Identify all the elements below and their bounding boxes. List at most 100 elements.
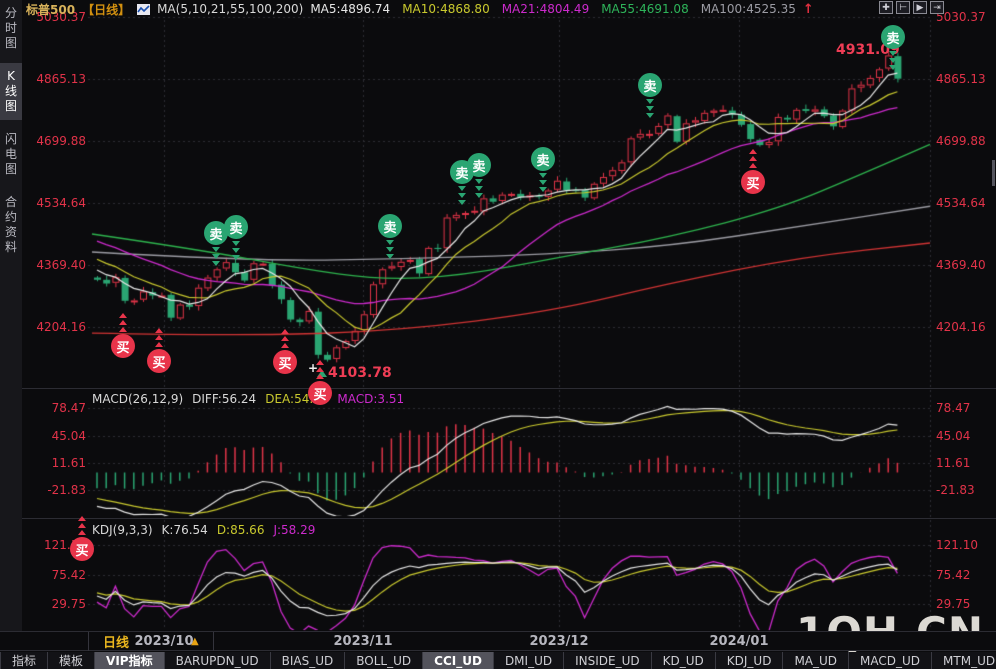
signal-arrow-down-icon [212, 254, 220, 259]
toolbar-tab-bias_ud[interactable]: BIAS_UD [271, 652, 346, 669]
macd-panel-title: MACD(26,12,9) DIFF:56.24 DEA:54.48 MACD:… [92, 392, 404, 406]
signal-arrow-down-icon [889, 58, 897, 63]
reset-axis-left-icon[interactable]: ⊢ [896, 1, 910, 14]
up-arrow-icon: ↑ [803, 2, 814, 17]
macd-title: MACD(26,12,9) [92, 392, 183, 406]
signal-arrow-up-icon [78, 523, 86, 528]
macd-diff-value: DIFF:56.24 [192, 392, 256, 406]
signal-arrow-up-icon [316, 360, 324, 365]
toolbar-tab-macd_ud[interactable]: MACD_UD [849, 652, 932, 669]
axis-tick-label: 75.42 [28, 568, 86, 582]
axis-tick-label: -21.83 [936, 483, 975, 497]
kdj-j-value: J:58.29 [273, 523, 315, 537]
time-axis-strip: 日线 ▲ 2023/102023/112023/122024/01 [0, 631, 996, 651]
chart-tool-icons: ✚⊢▶⇥ [879, 1, 944, 14]
sidebar-tab-2[interactable]: K线图 [0, 63, 22, 120]
sell-signal-marker[interactable]: 卖 [378, 214, 402, 238]
ma-value-4: MA55:4691.08 [601, 2, 689, 16]
sell-signal-marker[interactable]: 卖 [224, 215, 248, 239]
ma-value-1: MA5:4896.74 [310, 2, 390, 16]
chart-type-icon[interactable] [137, 4, 150, 15]
buy-signal-marker[interactable]: 买 [147, 349, 171, 373]
auto-scale-icon[interactable]: ▶ [913, 1, 927, 14]
axis-tick-label: 4699.88 [936, 134, 986, 148]
toolbar-tab-[interactable]: 指标 [1, 652, 48, 669]
sidebar-tab-3[interactable]: 闪电图 [0, 126, 22, 183]
buy-signal-marker[interactable]: 买 [273, 350, 297, 374]
buy-signal-marker[interactable]: 买 [308, 381, 332, 405]
signal-arrow-down-icon [232, 255, 240, 260]
axis-tick-label: -21.83 [28, 483, 86, 497]
axis-tick-label: 45.04 [936, 429, 970, 443]
toolbar-tab-barupdn_ud[interactable]: BARUPDN_UD [165, 652, 271, 669]
panel-divider[interactable] [0, 388, 996, 389]
ma-value-2: MA10:4868.80 [402, 2, 490, 16]
axis-tick-label: 78.47 [936, 401, 970, 415]
indicator-toolbar: 指标模板VIP指标BARUPDN_UDBIAS_UDBOLL_UDCCI_UDD… [0, 652, 996, 669]
axis-tick-label: 75.42 [936, 568, 970, 582]
right-scrollbar-thumb[interactable] [992, 160, 995, 186]
toolbar-tab-mtm_ud[interactable]: MTM_UD [932, 652, 996, 669]
toolbar-tab-cci_ud[interactable]: CCI_UD [423, 652, 494, 669]
signal-arrow-down-icon [458, 193, 466, 198]
sell-signal-marker[interactable]: 卖 [638, 73, 662, 97]
sell-signal-marker[interactable]: 卖 [881, 25, 905, 49]
x-axis-label: 2024/01 [709, 634, 768, 649]
axis-tick-label: 121.10 [936, 538, 978, 552]
signal-arrow-down-icon [475, 179, 483, 184]
signal-arrow-down-icon [889, 65, 897, 70]
buy-signal-marker[interactable]: 买 [70, 537, 94, 561]
signal-arrow-up-icon [78, 516, 86, 521]
axis-tick-label: 4534.64 [28, 196, 86, 210]
symbol-name: 标普500 [26, 1, 75, 18]
signal-arrow-up-icon [155, 328, 163, 333]
signal-arrow-down-icon [232, 241, 240, 246]
signal-arrow-up-icon [78, 530, 86, 535]
buy-signal-marker[interactable]: 买 [741, 170, 765, 194]
shift-right-icon[interactable]: ⇥ [930, 1, 944, 14]
toolbar-tab-vip[interactable]: VIP指标 [95, 652, 165, 669]
panel-divider[interactable] [0, 518, 996, 519]
axis-tick-label: 45.04 [28, 429, 86, 443]
axis-tick-label: 4865.13 [936, 72, 986, 86]
axis-tick-label: 4369.40 [28, 258, 86, 272]
signal-arrow-up-icon [281, 336, 289, 341]
signal-arrow-down-icon [475, 193, 483, 198]
ma-values: MA5:4896.74MA10:4868.80MA21:4804.49MA55:… [310, 2, 796, 16]
x-axis-label: 2023/12 [529, 634, 588, 649]
toolbar-tab-inside_ud[interactable]: INSIDE_UD [564, 652, 652, 669]
toolbar-tab-kdj_ud[interactable]: KDJ_UD [716, 652, 784, 669]
chart-mode-sidebar: 分时图 K线图闪电图合约资料 [0, 0, 22, 631]
signal-arrow-up-icon [119, 327, 127, 332]
pan-tool-icon[interactable]: ✚ [879, 1, 893, 14]
axis-tick-label: 11.61 [28, 456, 86, 470]
axis-tick-label: 78.47 [28, 401, 86, 415]
toolbar-tab-dmi_ud[interactable]: DMI_UD [494, 652, 564, 669]
axis-tick-label: 4534.64 [936, 196, 986, 210]
signal-arrow-up-icon [119, 313, 127, 318]
toolbar-tab-ma_ud[interactable]: MA_UD [783, 652, 849, 669]
axis-tick-label: 4204.16 [936, 320, 986, 334]
signal-arrow-up-icon [749, 149, 757, 154]
kdj-panel-title: KDJ(9,3,3) K:76.54 D:85.66 J:58.29 [92, 523, 315, 537]
toolbar-tab-[interactable]: 模板 [48, 652, 95, 669]
signal-arrow-down-icon [889, 51, 897, 56]
signal-arrow-up-icon [749, 156, 757, 161]
signal-arrow-down-icon [232, 248, 240, 253]
sell-signal-marker[interactable]: 卖 [531, 147, 555, 171]
chart-region: 标普500 【日线】 MA(5,10,21,55,100,200) MA5:48… [0, 0, 996, 631]
toolbar-tab-kd_ud[interactable]: KD_UD [652, 652, 716, 669]
kdj-d-value: D:85.66 [217, 523, 265, 537]
signal-arrow-down-icon [539, 187, 547, 192]
period-tag: 【日线】 [82, 1, 130, 18]
x-axis-label: 2023/10 [134, 634, 193, 649]
signal-arrow-up-icon [316, 374, 324, 379]
signal-arrow-down-icon [386, 240, 394, 245]
toolbar-tab-boll_ud[interactable]: BOLL_UD [345, 652, 423, 669]
sidebar-tab-4[interactable]: 合约资料 [0, 189, 22, 261]
kdj-k-value: K:76.54 [162, 523, 208, 537]
buy-signal-marker[interactable]: 买 [111, 334, 135, 358]
ma-group-label: MA(5,10,21,55,100,200) [157, 2, 303, 16]
sell-signal-marker[interactable]: 卖 [467, 153, 491, 177]
sidebar-tab-1[interactable]: 分时图 [0, 0, 22, 57]
